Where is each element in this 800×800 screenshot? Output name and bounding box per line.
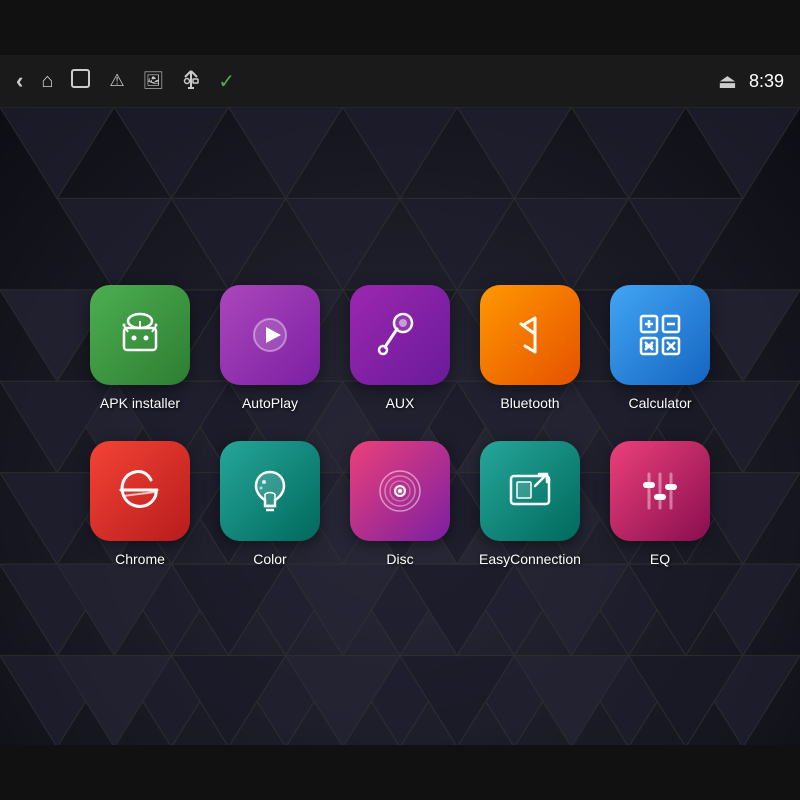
app-icon-color[interactable] [220,441,320,541]
warning-icon: ⚠ [109,71,124,91]
app-icon-autoplay[interactable] [220,285,320,385]
app-item-chrome[interactable]: Chrome [80,441,200,567]
app-icon-bluetooth[interactable] [480,285,580,385]
app-icon-eq[interactable] [610,441,710,541]
app-item-disc[interactable]: Disc [340,441,460,567]
app-label-color: Color [253,551,286,567]
app-label-easyconnection: EasyConnection [479,551,581,567]
usb-icon [182,69,200,94]
app-item-bluetooth[interactable]: Bluetooth [470,285,590,411]
app-icon-easyconnection[interactable] [480,441,580,541]
app-item-autoplay[interactable]: AutoPlay [210,285,330,411]
app-label-disc: Disc [386,551,413,567]
status-bar: ‹ ⌂ ⚠ 🖼 ✓ ⏏ 8:39 [0,55,800,107]
app-icon-disc[interactable] [350,441,450,541]
recents-icon[interactable] [71,69,91,94]
image-icon: 🖼 [143,71,165,91]
status-bar-right: ⏏ 8:39 [718,69,784,94]
app-label-calculator: Calculator [628,395,691,411]
main-content: APK installer AutoPlay AUX [0,107,800,745]
status-bar-left: ‹ ⌂ ⚠ 🖼 ✓ [16,68,700,94]
status-time: 8:39 [749,71,784,92]
app-grid: APK installer AutoPlay AUX [80,265,720,587]
app-label-apk-installer: APK installer [100,395,180,411]
app-label-chrome: Chrome [115,551,165,567]
app-item-color[interactable]: Color [210,441,330,567]
app-item-easyconnection[interactable]: EasyConnection [470,441,590,567]
app-label-bluetooth: Bluetooth [500,395,559,411]
back-icon[interactable]: ‹ [16,68,23,94]
app-icon-calculator[interactable] [610,285,710,385]
app-icon-chrome[interactable] [90,441,190,541]
app-item-apk-installer[interactable]: APK installer [80,285,200,411]
home-icon[interactable]: ⌂ [41,70,53,93]
app-label-eq: EQ [650,551,670,567]
eject-icon[interactable]: ⏏ [718,69,737,94]
app-icon-aux[interactable] [350,285,450,385]
app-item-eq[interactable]: EQ [600,441,720,567]
app-item-calculator[interactable]: Calculator [600,285,720,411]
top-border [0,0,800,55]
app-icon-apk-installer[interactable] [90,285,190,385]
bottom-border [0,745,800,800]
app-label-aux: AUX [386,395,415,411]
app-label-autoplay: AutoPlay [242,395,298,411]
app-item-aux[interactable]: AUX [340,285,460,411]
check-icon: ✓ [218,69,235,94]
